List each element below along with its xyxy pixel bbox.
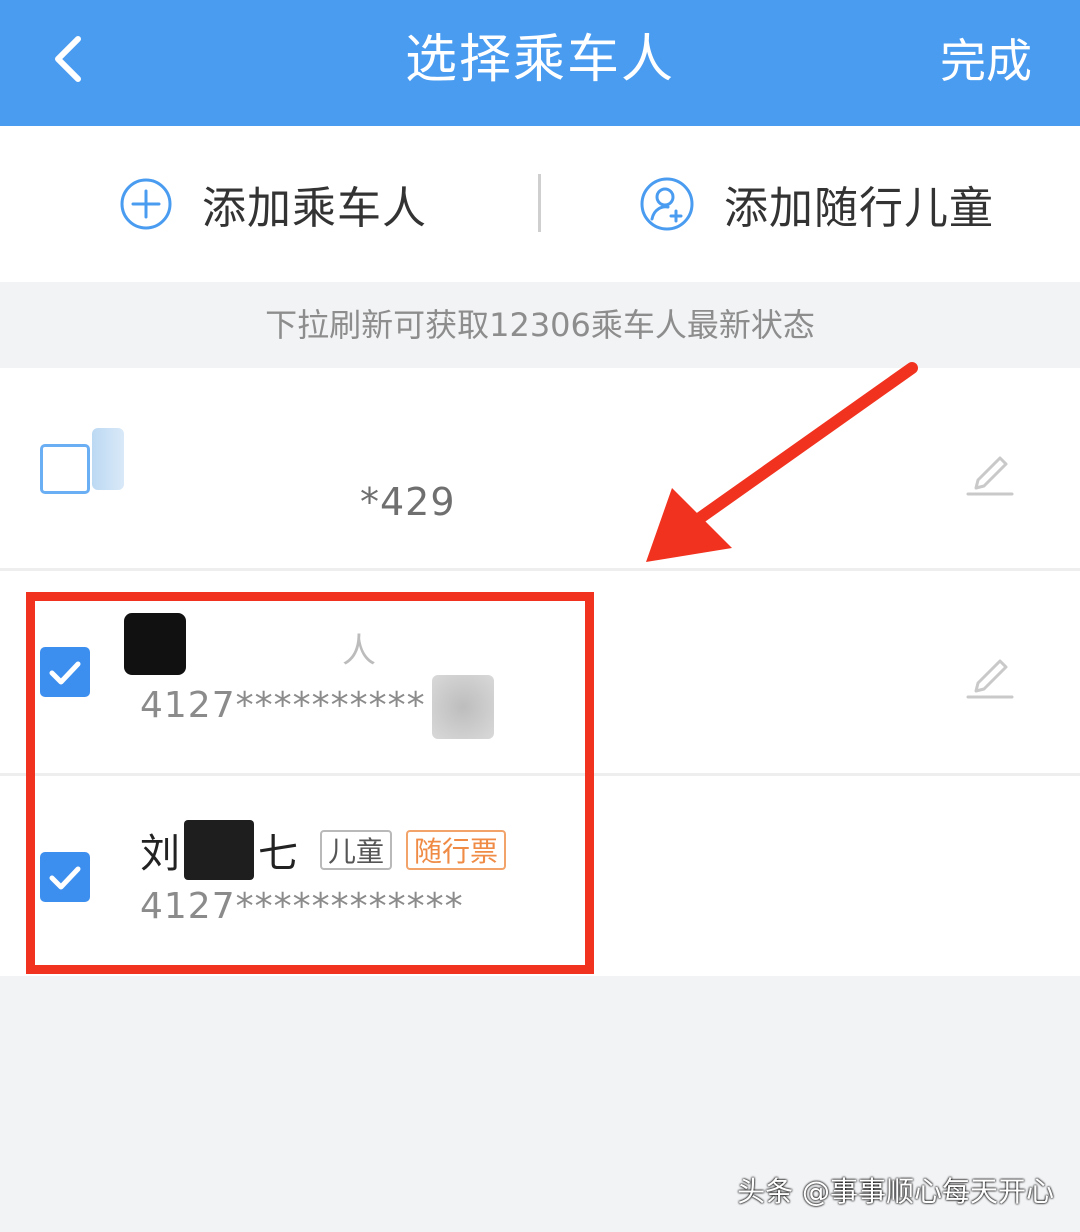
done-button[interactable]: 完成 [940,28,1032,94]
passenger-checkbox[interactable] [40,852,90,902]
name-prefix: 刘 [140,831,180,877]
edit-button[interactable] [964,649,1016,701]
redacted-name [92,428,124,490]
child-tag: 儿童 [320,830,393,870]
passenger-id: 4127********** [140,685,426,726]
add-passenger-button[interactable]: 添加乘车人 [118,166,427,242]
top-bar: 选择乘车人 完成 [0,0,1080,126]
passenger-row[interactable]: *429 [0,368,1080,568]
add-child-button[interactable]: 添加随行儿童 [638,166,994,242]
pencil-icon [966,659,1014,699]
passenger-name: 刘 七 儿童 随行票 [140,820,507,880]
passenger-name-suffix: 人 [342,631,376,671]
action-bar: 添加乘车人 添加随行儿童 [0,126,1080,282]
passenger-checkbox[interactable] [40,647,90,697]
passenger-id: 4127************ [140,886,464,927]
redacted-name [124,613,186,675]
watermark: 头条 @事事顺心每天开心 [737,1175,1054,1208]
passenger-row[interactable]: 人 4127********** [0,571,1080,773]
passenger-row[interactable]: 刘 七 儿童 随行票 4127************ [0,776,1080,976]
passenger-list: *429 人 4127********** 刘 七 儿童 随行票 4127***… [0,368,1080,976]
name-suffix: 七 [258,831,298,877]
checkmark-icon [49,661,81,685]
companion-ticket-tag: 随行票 [406,830,507,870]
user-plus-icon [640,177,694,231]
page-title: 选择乘车人 [404,30,675,90]
pencil-icon [966,456,1014,496]
action-divider [538,174,541,232]
add-passenger-label: 添加乘车人 [202,183,427,234]
edit-button[interactable] [964,446,1016,498]
plus-circle-icon [120,178,172,230]
redacted-name [184,820,254,880]
redacted-id [432,675,494,739]
passenger-checkbox[interactable] [40,444,90,494]
refresh-hint: 下拉刷新可获取12306乘车人最新状态 [0,282,1080,368]
checkmark-icon [49,866,81,890]
add-child-label: 添加随行儿童 [724,183,994,234]
passenger-id: *429 [360,480,456,524]
